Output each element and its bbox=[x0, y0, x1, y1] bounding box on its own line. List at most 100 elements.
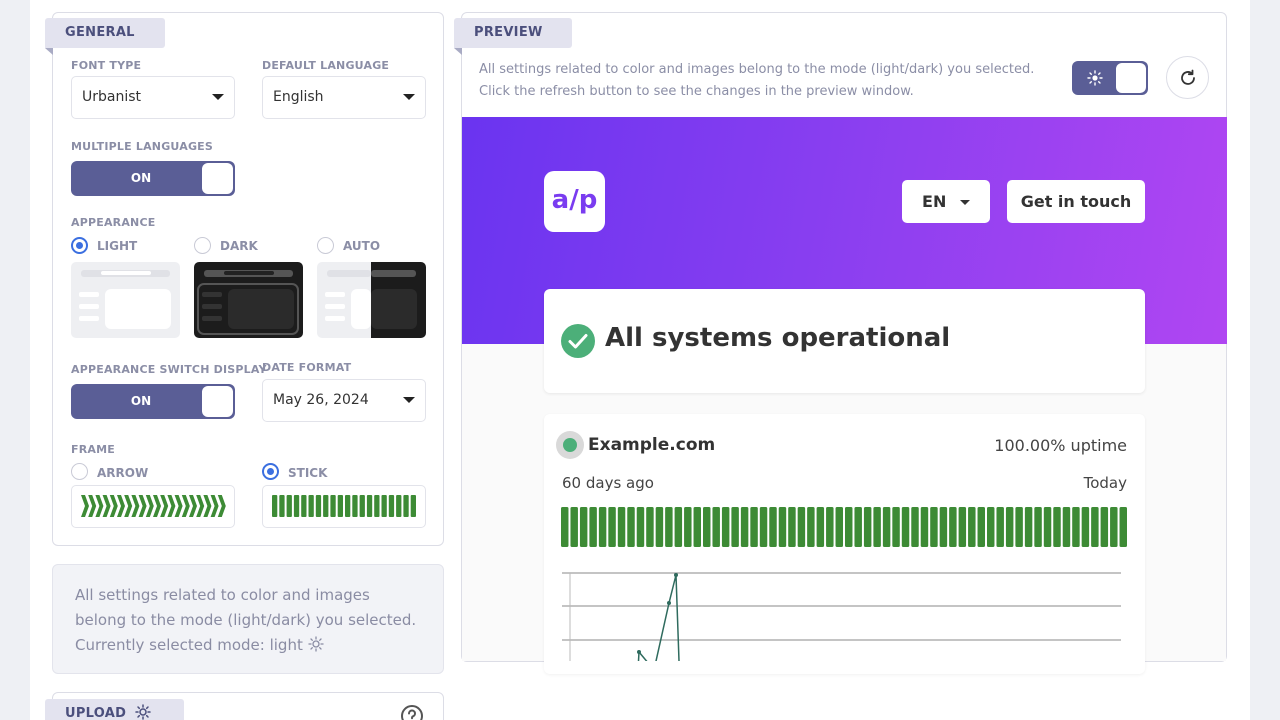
uptime-day-bar[interactable] bbox=[589, 507, 597, 547]
stick-bar bbox=[381, 495, 387, 517]
uptime-day-bar[interactable] bbox=[996, 507, 1004, 547]
uptime-day-bar[interactable] bbox=[1091, 507, 1099, 547]
uptime-day-bar[interactable] bbox=[892, 507, 900, 547]
help-icon[interactable] bbox=[400, 704, 424, 720]
get-in-touch-button[interactable]: Get in touch bbox=[1007, 180, 1145, 223]
arrow-chevron bbox=[160, 495, 169, 517]
uptime-day-bar[interactable] bbox=[807, 507, 815, 547]
appearance-switch-toggle[interactable]: ON bbox=[71, 384, 235, 419]
language-button[interactable]: EN bbox=[902, 180, 990, 223]
uptime-day-bar[interactable] bbox=[778, 507, 787, 547]
preview-mode-toggle[interactable] bbox=[1072, 61, 1148, 95]
refresh-button[interactable] bbox=[1166, 56, 1209, 99]
appearance-dark-thumbnail[interactable] bbox=[194, 262, 303, 338]
uptime-day-bar[interactable] bbox=[570, 507, 578, 547]
language-button-label: EN bbox=[922, 192, 947, 211]
appearance-dark-radio[interactable] bbox=[194, 237, 211, 254]
stick-bar bbox=[366, 495, 373, 517]
uptime-day-bar[interactable] bbox=[608, 507, 616, 547]
uptime-day-bar[interactable] bbox=[627, 507, 635, 547]
frame-stick-radio[interactable] bbox=[262, 463, 279, 480]
uptime-day-bar[interactable] bbox=[712, 507, 720, 547]
uptime-day-bar[interactable] bbox=[750, 507, 758, 547]
arrow-chevron bbox=[210, 495, 219, 517]
stick-bar bbox=[345, 495, 351, 517]
preview-logo-text: a/p bbox=[551, 185, 598, 215]
multiple-languages-toggle[interactable]: ON bbox=[71, 161, 235, 196]
appearance-auto-thumbnail[interactable] bbox=[317, 262, 426, 338]
uptime-day-bar[interactable] bbox=[788, 507, 796, 547]
uptime-day-bar[interactable] bbox=[930, 507, 938, 547]
appearance-light-radio[interactable] bbox=[71, 237, 88, 254]
uptime-day-bar[interactable] bbox=[731, 507, 739, 547]
appearance-light-thumbnail[interactable] bbox=[71, 262, 180, 338]
uptime-day-bar[interactable] bbox=[1034, 507, 1042, 547]
uptime-day-bar[interactable] bbox=[826, 507, 834, 547]
stick-bar bbox=[337, 495, 343, 517]
uptime-day-bar[interactable] bbox=[721, 507, 730, 547]
uptime-day-bar[interactable] bbox=[911, 507, 919, 547]
uptime-day-bar[interactable] bbox=[665, 507, 673, 547]
uptime-day-bar[interactable] bbox=[835, 507, 843, 547]
default-language-value: English bbox=[273, 89, 324, 105]
uptime-day-bar[interactable] bbox=[939, 507, 948, 547]
uptime-day-bar[interactable] bbox=[873, 507, 881, 547]
frame-arrow-preview[interactable] bbox=[71, 485, 235, 528]
uptime-day-bar[interactable] bbox=[901, 507, 910, 547]
frame-arrow-radio[interactable] bbox=[71, 463, 88, 480]
uptime-day-bar[interactable] bbox=[646, 507, 654, 547]
uptime-day-bar[interactable] bbox=[1005, 507, 1014, 547]
arrow-chevron bbox=[117, 495, 125, 517]
uptime-day-bar[interactable] bbox=[703, 507, 711, 547]
uptime-day-bar[interactable] bbox=[845, 507, 853, 547]
uptime-day-bar[interactable] bbox=[958, 507, 967, 547]
uptime-day-bar[interactable] bbox=[561, 507, 569, 547]
uptime-day-bar[interactable] bbox=[1072, 507, 1080, 547]
arrow-chevron bbox=[109, 495, 118, 517]
response-chart-clip bbox=[544, 560, 1145, 661]
uptime-day-bar[interactable] bbox=[617, 507, 626, 547]
arrow-chevron bbox=[102, 495, 111, 517]
uptime-day-bar[interactable] bbox=[968, 507, 976, 547]
uptime-day-bar[interactable] bbox=[579, 507, 588, 547]
uptime-day-bar[interactable] bbox=[1043, 507, 1052, 547]
uptime-day-bar[interactable] bbox=[977, 507, 985, 547]
chevron-down-icon bbox=[959, 200, 970, 205]
appearance-auto-radio[interactable] bbox=[317, 237, 334, 254]
uptime-day-bar[interactable] bbox=[854, 507, 862, 547]
uptime-day-bar[interactable] bbox=[1053, 507, 1061, 547]
uptime-day-bar[interactable] bbox=[1081, 507, 1090, 547]
uptime-day-bar[interactable] bbox=[949, 507, 957, 547]
uptime-day-bar[interactable] bbox=[1015, 507, 1023, 547]
date-format-select[interactable]: May 26, 2024 bbox=[262, 379, 426, 422]
uptime-day-bar[interactable] bbox=[1100, 507, 1109, 547]
uptime-day-bar[interactable] bbox=[636, 507, 645, 547]
uptime-day-bar[interactable] bbox=[1062, 507, 1071, 547]
default-language-select[interactable]: English bbox=[262, 76, 426, 119]
uptime-day-bar[interactable] bbox=[987, 507, 995, 547]
uptime-day-bar[interactable] bbox=[1024, 507, 1033, 547]
uptime-day-bar[interactable] bbox=[598, 507, 607, 547]
uptime-day-bar[interactable] bbox=[816, 507, 825, 547]
uptime-day-bar[interactable] bbox=[797, 507, 806, 547]
uptime-day-bar[interactable] bbox=[684, 507, 692, 547]
stick-bar bbox=[323, 495, 329, 517]
font-type-select[interactable]: Urbanist bbox=[71, 76, 235, 119]
uptime-day-bar[interactable] bbox=[655, 507, 664, 547]
frame-arrow-label: ARROW bbox=[97, 466, 149, 480]
uptime-day-bar[interactable] bbox=[1119, 507, 1127, 547]
uptime-day-bar[interactable] bbox=[1110, 507, 1118, 547]
uptime-day-bar[interactable] bbox=[769, 507, 777, 547]
uptime-day-bar[interactable] bbox=[759, 507, 768, 547]
uptime-day-bar[interactable] bbox=[693, 507, 701, 547]
toggle-knob bbox=[1116, 63, 1146, 93]
preview-logo[interactable]: a/p bbox=[544, 171, 605, 232]
chevron-down-icon bbox=[403, 94, 415, 100]
range-end-label: Today bbox=[1083, 474, 1127, 492]
uptime-day-bar[interactable] bbox=[882, 507, 891, 547]
uptime-day-bar[interactable] bbox=[740, 507, 749, 547]
frame-stick-preview[interactable] bbox=[262, 485, 426, 528]
uptime-day-bar[interactable] bbox=[920, 507, 929, 547]
uptime-day-bar[interactable] bbox=[674, 507, 683, 547]
uptime-day-bar[interactable] bbox=[863, 507, 872, 547]
